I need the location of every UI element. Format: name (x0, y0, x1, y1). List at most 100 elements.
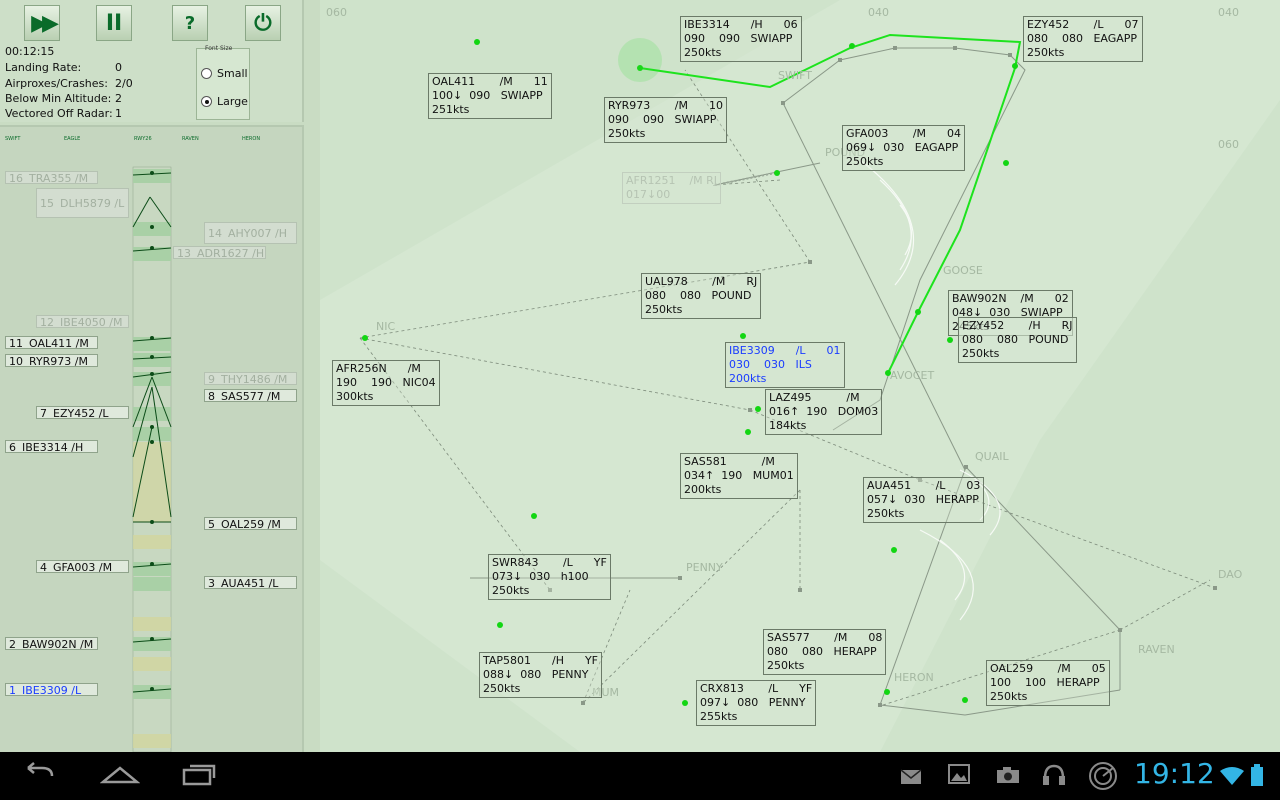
mail-icon (900, 766, 922, 791)
airproxes-label: Airproxes/Crashes: (5, 77, 108, 90)
waypoint-heron: HERON (894, 671, 934, 684)
aircraft-label[interactable]: AFR256N /M 190 190 NIC04 300kts (332, 360, 440, 406)
waypoint-dao: DAO (1218, 568, 1243, 581)
flight-strip[interactable]: 5 OAL259 /M (204, 517, 297, 531)
flight-strip[interactable]: 8 SAS577 /M (204, 389, 297, 403)
below-min-label: Below Min Altitude: (5, 92, 112, 105)
flight-strip[interactable]: 16 TRA355 /M (5, 171, 98, 185)
help-button[interactable]: ? (172, 5, 208, 41)
aircraft-label[interactable]: UAL978 /M RJ 080 080 POUND 250kts (641, 273, 762, 319)
wifi-icon (1220, 766, 1244, 791)
system-nav-bar (0, 752, 1280, 800)
strip-callsign: AUA451 /L (221, 577, 279, 590)
aircraft-label[interactable]: RYR973 /M 10 090 090 SWIAPP 250kts (604, 97, 727, 143)
flight-strip[interactable]: 15 DLH5879 /L (36, 188, 129, 218)
waypoint-nic: NIC (376, 320, 396, 333)
aircraft-label[interactable]: LAZ495 /M 016↑ 190 DOM03 184kts (765, 389, 883, 435)
aircraft-label[interactable]: SAS581 /M 034↑ 190 MUM01 200kts (680, 453, 798, 499)
recents-icon[interactable] (182, 762, 218, 792)
heading-label: 060 (1218, 138, 1239, 151)
radio-checked-icon (201, 96, 212, 107)
flight-strip[interactable]: 2 BAW902N /M (5, 637, 98, 651)
strip-callsign: IBE4050 /M (60, 316, 123, 329)
aircraft-label[interactable]: AFR1251 /M RJ 017↓00 (622, 172, 722, 204)
font-size-small-option[interactable]: Small (201, 67, 248, 80)
flight-strip[interactable]: 14 AHY007 /H (204, 222, 297, 244)
gallery-icon (948, 764, 970, 790)
strip-callsign: RYR973 /M (29, 355, 88, 368)
strip-number: 12 (40, 316, 54, 329)
strip-number: 9 (208, 373, 215, 386)
strip-callsign: EZY452 /L (53, 407, 109, 420)
strip-callsign: TRA355 /M (29, 172, 89, 185)
vectored-off-label: Vectored Off Radar: (5, 107, 113, 120)
col-header-raven: RAVEN (182, 136, 199, 142)
flight-strip[interactable]: 12 IBE4050 /M (36, 315, 129, 329)
strip-number: 14 (208, 227, 222, 240)
strip-number: 4 (40, 561, 47, 574)
flight-strip[interactable]: 13 ADR1627 /H (173, 246, 266, 260)
radar-scope[interactable]: 060 040 040 060 SWIFT POUND GOOSE AVOCET… (320, 0, 1280, 752)
flight-strip[interactable]: 4 GFA003 /M (36, 560, 129, 574)
aircraft-label[interactable]: SAS577 /M 08 080 080 HERAPP 250kts (763, 629, 887, 675)
aircraft-label[interactable]: IBE3309 /L 01 030 030 ILS 200kts (725, 342, 845, 388)
strip-number: 10 (9, 355, 23, 368)
strip-callsign: IBE3314 /H (22, 441, 84, 454)
strip-number: 6 (9, 441, 16, 454)
landing-rate-value: 0 (115, 61, 122, 74)
col-header-swift: SWIFT (5, 136, 21, 142)
strip-callsign: ADR1627 /H (197, 247, 265, 260)
strip-number: 15 (40, 197, 54, 210)
font-size-large-option[interactable]: Large (201, 95, 248, 108)
waypoint-avocet: AVOCET (890, 369, 935, 382)
heading-label: 040 (868, 6, 889, 19)
pause-icon: II (105, 10, 123, 36)
headphones-icon (1042, 764, 1066, 792)
flight-strip[interactable]: 11 OAL411 /M (5, 336, 98, 350)
col-header-heron: HERON (242, 136, 261, 142)
flight-strip[interactable]: 10 RYR973 /M (5, 354, 98, 368)
aircraft-label[interactable]: TAP5801 /H YF 088↓ 080 PENNY 250kts (479, 652, 603, 698)
heading-label: 040 (1218, 6, 1239, 19)
aircraft-label[interactable]: EZY452 /L 07 080 080 EAGAPP 250kts (1023, 16, 1143, 62)
col-header-eagle: EAGLE (64, 136, 81, 142)
camera-icon (996, 765, 1020, 790)
fast-forward-button[interactable]: ▶▶ (24, 5, 60, 41)
waypoint-swift: SWIFT (778, 69, 812, 82)
battery-icon (1250, 764, 1264, 792)
aircraft-label[interactable]: OAL259 /M 05 100 100 HERAPP 250kts (986, 660, 1110, 706)
flight-strip[interactable]: 9 THY1486 /M (204, 372, 297, 386)
flight-strip[interactable]: 3 AUA451 /L (204, 576, 297, 590)
waypoint-goose: GOOSE (943, 264, 983, 277)
system-clock: 19:12 (1134, 757, 1215, 790)
control-panel: ▶▶ II ? ⏻ 00:12:15 Landing Rate: 0 Airpr… (0, 0, 304, 122)
home-icon[interactable] (99, 762, 141, 792)
strip-number: 5 (208, 518, 215, 531)
aircraft-label[interactable]: AUA451 /L 03 057↓ 030 HERAPP 250kts (863, 477, 985, 523)
aircraft-label[interactable]: EZY452 /H RJ 080 080 POUND 250kts (958, 317, 1077, 363)
strip-callsign: THY1486 /M (221, 373, 288, 386)
heading-label: 060 (326, 6, 347, 19)
aircraft-label[interactable]: OAL411 /M 11 100↓ 090 SWIAPP 251kts (428, 73, 552, 119)
flight-strip[interactable]: 1 IBE3309 /L (5, 683, 98, 697)
strip-callsign: GFA003 /M (53, 561, 113, 574)
landing-rate-label: Landing Rate: (5, 61, 82, 74)
font-size-small-label: Small (217, 67, 248, 80)
strip-number: 3 (208, 577, 215, 590)
aircraft-label[interactable]: CRX813 /L YF 097↓ 080 PENNY 255kts (696, 680, 817, 726)
aircraft-label[interactable]: SWR843 /L YF 073↓ 030 h100 250kts (488, 554, 611, 600)
power-button[interactable]: ⏻ (245, 5, 281, 41)
font-size-title: Font Size (205, 45, 233, 52)
aircraft-label[interactable]: IBE3314 /H 06 090 090 SWIAPP 250kts (680, 16, 802, 62)
font-size-large-label: Large (217, 95, 248, 108)
back-icon[interactable] (22, 762, 58, 792)
vectored-off-value: 1 (115, 107, 122, 120)
strip-number: 8 (208, 390, 215, 403)
waypoint-quail: QUAIL (975, 450, 1009, 463)
flight-strip[interactable]: 7 EZY452 /L (36, 406, 129, 420)
flight-strip[interactable]: 6 IBE3314 /H (5, 440, 98, 454)
strip-number: 2 (9, 638, 16, 651)
pause-button[interactable]: II (96, 5, 132, 41)
aircraft-label[interactable]: GFA003 /M 04 069↓ 030 EAGAPP 250kts (842, 125, 966, 171)
strip-callsign: BAW902N /M (22, 638, 94, 651)
